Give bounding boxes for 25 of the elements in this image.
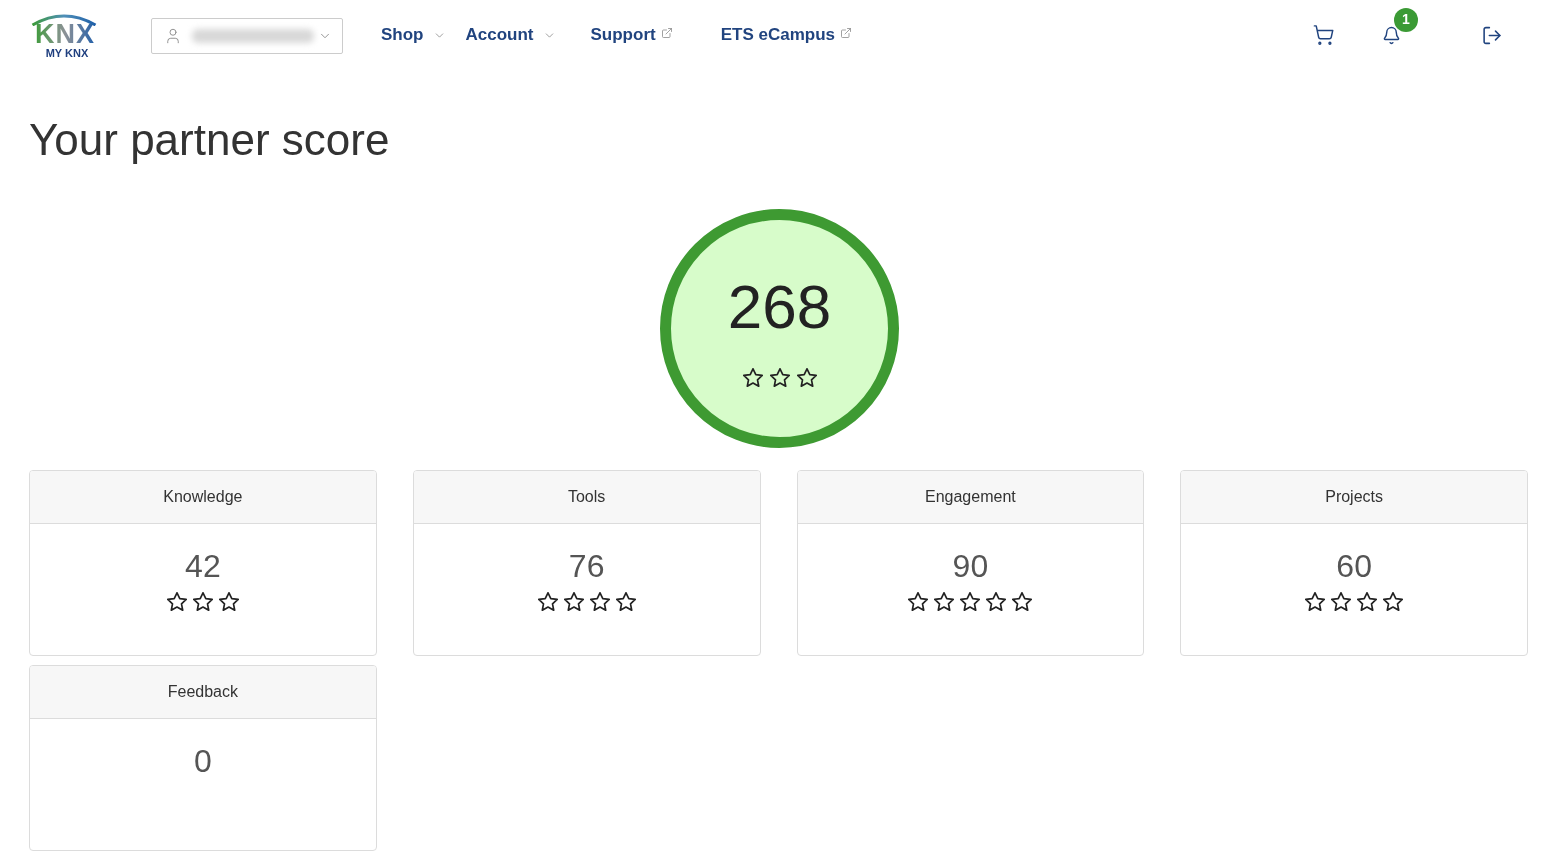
page-title: Your partner score — [29, 114, 390, 166]
logout-icon[interactable] — [1481, 24, 1503, 46]
notification-badge: 1 — [1394, 7, 1418, 32]
nav-link[interactable]: Support — [590, 22, 673, 48]
user-icon — [164, 27, 182, 45]
card-score: 90 — [952, 548, 989, 584]
nav-link[interactable]: ETS eCampus — [720, 22, 852, 48]
card-title: Projects — [1325, 487, 1383, 507]
external-link-icon — [839, 27, 852, 39]
total-score: 268 — [727, 276, 832, 338]
card-title: Tools — [567, 487, 606, 507]
card-title: Feedback — [167, 682, 238, 702]
external-link-icon — [660, 27, 673, 39]
nav-dropdown[interactable]: Shop — [381, 22, 446, 48]
nav-dropdown[interactable]: Account — [465, 22, 556, 48]
card-score: 0 — [193, 743, 212, 779]
card-title: Knowledge — [163, 487, 243, 507]
logo-arc-icon — [31, 14, 97, 26]
bell-icon[interactable] — [1382, 24, 1401, 46]
cart-icon[interactable] — [1312, 24, 1335, 46]
card-score: 76 — [568, 548, 605, 584]
card-score: 60 — [1336, 548, 1372, 584]
card-score: 42 — [185, 548, 221, 584]
card-title: Engagement — [925, 487, 1016, 507]
logo-subtitle: MY KNX — [45, 47, 89, 59]
